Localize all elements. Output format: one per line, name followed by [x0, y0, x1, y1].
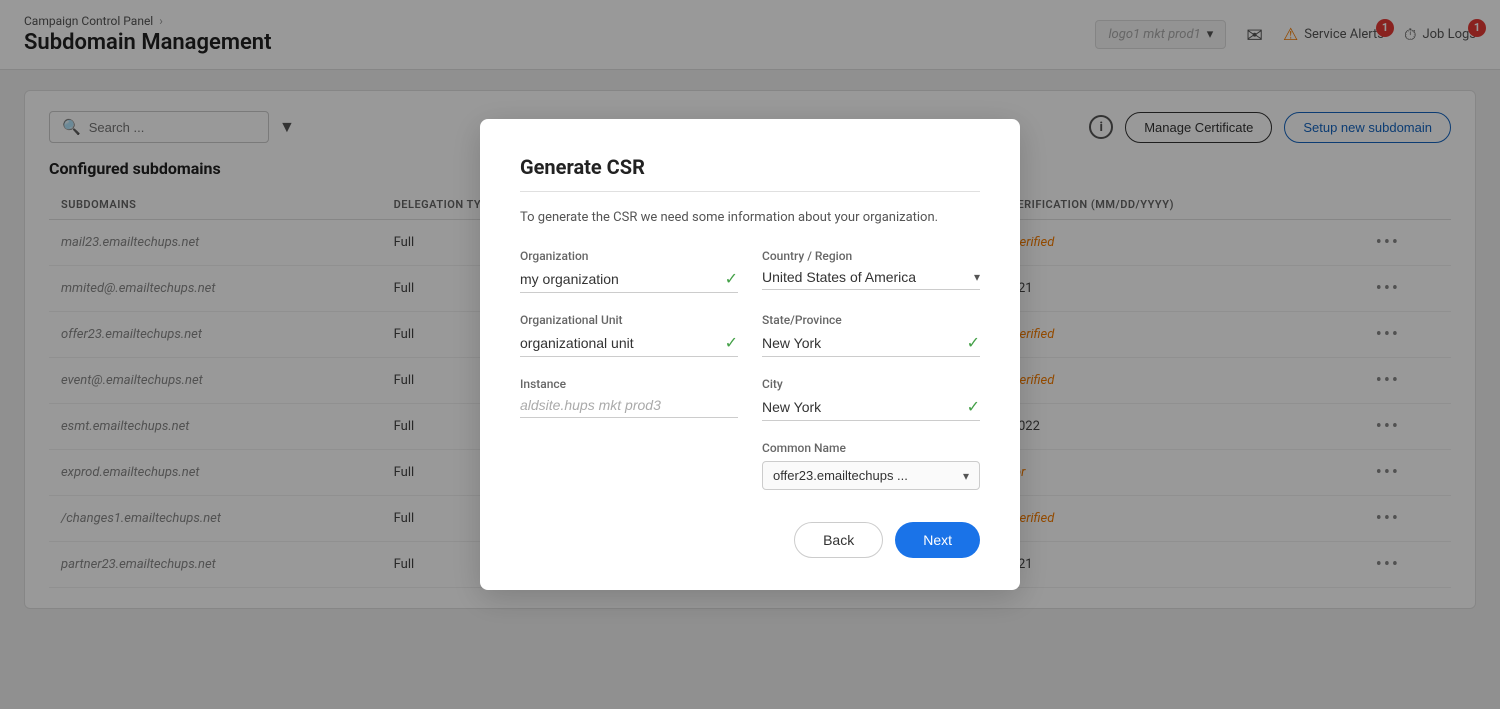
org-unit-input-wrap: ✓ — [520, 333, 738, 357]
instance-label: Instance — [520, 377, 738, 391]
city-check-icon: ✓ — [967, 397, 980, 416]
back-button[interactable]: Back — [794, 522, 883, 558]
common-name-select-wrap[interactable]: offer23.emailtechups ... ▾ — [762, 461, 980, 490]
city-label: City — [762, 377, 980, 391]
instance-input[interactable] — [520, 397, 738, 413]
state-label: State/Province — [762, 313, 980, 327]
next-button[interactable]: Next — [895, 522, 980, 558]
state-input[interactable] — [762, 335, 961, 351]
organization-group: Organization ✓ — [520, 249, 738, 293]
city-group: City ✓ — [762, 377, 980, 421]
generate-csr-modal: Generate CSR To generate the CSR we need… — [480, 119, 1020, 590]
country-select[interactable]: United States of America — [762, 269, 968, 285]
country-select-wrap[interactable]: United States of America ▾ — [762, 269, 980, 290]
country-chevron-icon: ▾ — [974, 270, 980, 284]
organization-input[interactable] — [520, 271, 719, 287]
org-unit-group: Organizational Unit ✓ — [520, 313, 738, 357]
instance-group: Instance — [520, 377, 738, 421]
state-input-wrap: ✓ — [762, 333, 980, 357]
organization-input-wrap: ✓ — [520, 269, 738, 293]
common-name-select[interactable]: offer23.emailtechups ... — [773, 468, 957, 483]
modal-divider — [520, 191, 980, 192]
org-unit-check-icon: ✓ — [725, 333, 738, 352]
modal-title: Generate CSR — [520, 155, 980, 179]
country-group: Country / Region United States of Americ… — [762, 249, 980, 293]
common-name-label: Common Name — [762, 441, 980, 455]
country-label: Country / Region — [762, 249, 980, 263]
city-input-wrap: ✓ — [762, 397, 980, 421]
common-name-group: Common Name offer23.emailtechups ... ▾ — [762, 441, 980, 490]
modal-subtitle: To generate the CSR we need some informa… — [520, 210, 980, 225]
org-unit-label: Organizational Unit — [520, 313, 738, 327]
org-unit-input[interactable] — [520, 335, 719, 351]
modal-overlay[interactable]: Generate CSR To generate the CSR we need… — [0, 0, 1500, 709]
city-input[interactable] — [762, 399, 961, 415]
csr-form: Organization ✓ Country / Region United S… — [520, 249, 980, 490]
state-group: State/Province ✓ — [762, 313, 980, 357]
modal-actions: Back Next — [520, 522, 980, 558]
instance-input-wrap — [520, 397, 738, 418]
common-name-chevron-icon: ▾ — [963, 469, 969, 483]
state-check-icon: ✓ — [967, 333, 980, 352]
organization-check-icon: ✓ — [725, 269, 738, 288]
organization-label: Organization — [520, 249, 738, 263]
